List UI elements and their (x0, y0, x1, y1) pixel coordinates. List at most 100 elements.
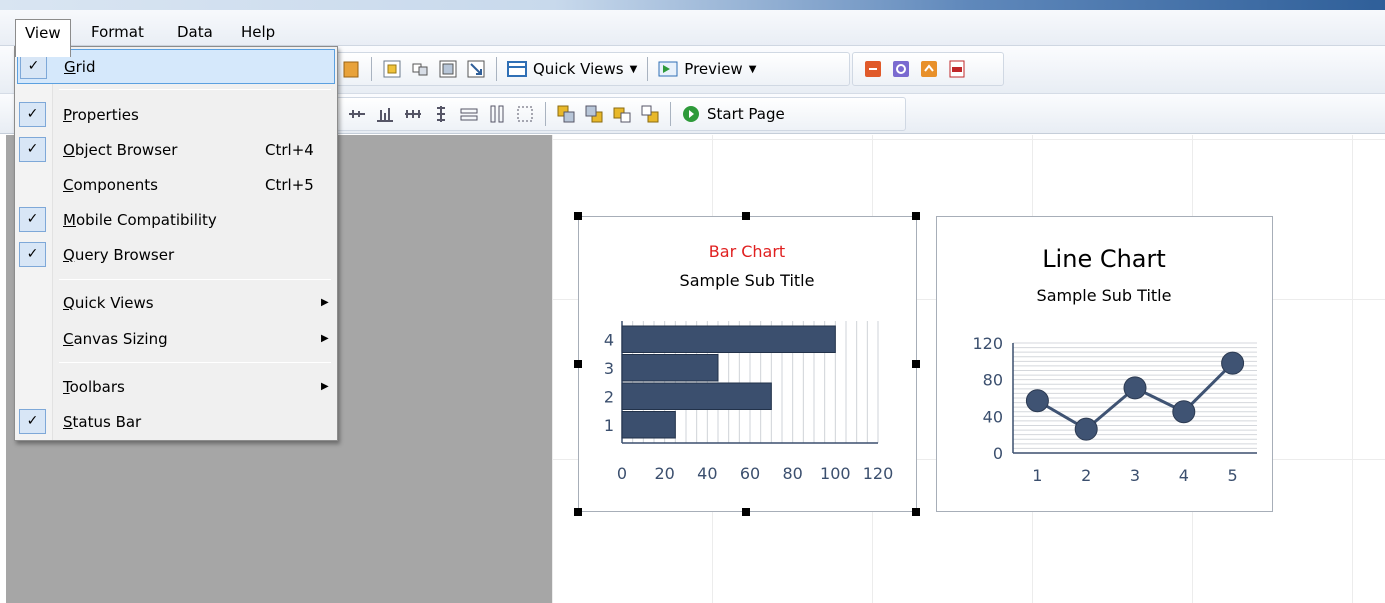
resize-handle-n[interactable] (742, 212, 750, 220)
same-height-icon[interactable] (487, 104, 507, 124)
chevron-down-icon: ▼ (629, 63, 638, 75)
line-chart-component[interactable]: Line Chart Sample Sub Title 0 40 80 120 1 2 3 4… (936, 216, 1273, 512)
menu-view[interactable]: View (15, 19, 71, 57)
toolbar-separator (496, 57, 497, 81)
check-icon: ✓ (19, 409, 46, 434)
bar-4 (621, 325, 836, 353)
x-tick-label: 4 (1179, 466, 1189, 485)
export-refresh-icon[interactable] (891, 59, 911, 79)
toolbar-separator (371, 57, 372, 81)
menu-help[interactable]: Help (232, 19, 284, 47)
shortcut-label: Ctrl+4 (265, 141, 314, 159)
x-tick-label: 60 (740, 464, 760, 483)
bar-1 (621, 411, 676, 439)
preview-button[interactable]: Preview ▼ (654, 60, 760, 78)
data-point-2 (1074, 417, 1098, 441)
save-icon[interactable] (341, 59, 361, 79)
x-tick-label: 80 (782, 464, 802, 483)
shortcut-label: Ctrl+5 (265, 176, 314, 194)
menu-format[interactable]: Format (82, 19, 153, 47)
distribute-horizontal-icon[interactable] (403, 104, 423, 124)
export-pdf-icon[interactable] (947, 59, 967, 79)
menu-item-status-bar[interactable]: ✓ Status Bar (17, 405, 335, 440)
line-chart-title: Line Chart (1042, 245, 1166, 273)
fit-to-canvas-icon[interactable] (438, 59, 458, 79)
bring-to-front-icon[interactable] (556, 104, 576, 124)
resize-handle-s[interactable] (742, 508, 750, 516)
x-tick-label: 1 (1032, 466, 1042, 485)
x-tick-label: 120 (863, 464, 894, 483)
y-tick-label: 80 (983, 371, 1003, 390)
menu-separator (59, 279, 331, 280)
resize-handle-nw[interactable] (574, 212, 582, 220)
data-point-5 (1221, 351, 1245, 375)
check-icon: ✓ (19, 207, 46, 232)
quick-views-button[interactable]: Quick Views ▼ (503, 60, 641, 78)
start-page-button[interactable]: Start Page (677, 104, 789, 124)
bring-forward-icon[interactable] (410, 59, 430, 79)
resize-handle-sw[interactable] (574, 508, 582, 516)
resize-handle-w[interactable] (574, 360, 582, 368)
x-tick-label: 3 (1130, 466, 1140, 485)
left-panel-edge (0, 135, 6, 603)
data-point-1 (1025, 389, 1049, 413)
toolbar-separator (670, 102, 671, 126)
menubar: View Format Data Help (0, 10, 1385, 57)
bar-chart-title: Bar Chart (709, 242, 785, 261)
check-icon: ✓ (20, 54, 47, 79)
export-swf-icon[interactable] (863, 59, 883, 79)
x-tick-label: 2 (1081, 466, 1091, 485)
submenu-arrow-icon: ▶ (321, 297, 329, 308)
bar-3 (621, 354, 719, 382)
x-tick-label: 20 (654, 464, 674, 483)
start-page-icon (683, 106, 699, 122)
check-icon: ✓ (19, 137, 46, 162)
align-middle-icon[interactable] (347, 104, 367, 124)
menu-item-components[interactable]: Components Ctrl+5 (17, 168, 335, 203)
toolbar-separator (647, 57, 649, 81)
bar-chart-component[interactable]: Bar Chart Sample Sub Title 1 2 3 4 0 20 40 60 80… (578, 216, 917, 512)
chevron-down-icon: ▼ (748, 63, 757, 75)
toolbar-group-export (852, 52, 1004, 86)
send-backward-icon[interactable] (640, 104, 660, 124)
quick-views-icon (507, 61, 527, 77)
y-tick-label: 40 (983, 407, 1003, 426)
align-bottom-icon[interactable] (375, 104, 395, 124)
y-tick-label: 1 (604, 416, 614, 435)
menu-item-toolbars[interactable]: Toolbars ▶ (17, 370, 335, 405)
resize-handle-ne[interactable] (912, 212, 920, 220)
y-tick-label: 3 (604, 359, 614, 378)
menu-item-canvas-sizing[interactable]: Canvas Sizing ▶ (17, 322, 335, 357)
resize-handle-e[interactable] (912, 360, 920, 368)
export-publish-icon[interactable] (919, 59, 939, 79)
same-size-icon[interactable] (515, 104, 535, 124)
menu-separator (59, 89, 331, 90)
toolbar-separator (545, 102, 546, 126)
line-chart: Line Chart Sample Sub Title 0 40 80 120 1 2 3 4… (972, 245, 1257, 485)
send-to-back-icon[interactable] (584, 104, 604, 124)
check-icon: ✓ (19, 242, 46, 267)
zoom-fit-icon[interactable] (466, 59, 486, 79)
menu-data[interactable]: Data (168, 19, 222, 47)
y-tick-label: 0 (993, 444, 1003, 463)
bar-2 (621, 382, 772, 410)
menu-item-object-browser[interactable]: ✓ Object Browser Ctrl+4 (17, 133, 335, 168)
toolbar-group-align: Start Page (336, 97, 906, 131)
y-tick-label: 4 (604, 330, 614, 349)
view-menu-dropdown: ✓ Grid ✓ Properties ✓ Object Browser Ctr… (14, 46, 338, 441)
menu-item-quick-views[interactable]: Quick Views ▶ (17, 286, 335, 321)
menu-item-mobile-compatibility[interactable]: ✓ Mobile Compatibility (17, 203, 335, 238)
menu-item-properties[interactable]: ✓ Properties (17, 98, 335, 133)
same-width-icon[interactable] (459, 104, 479, 124)
preview-icon (658, 61, 678, 77)
y-tick-label: 120 (972, 334, 1003, 353)
data-point-3 (1123, 376, 1147, 400)
x-tick-label: 5 (1228, 466, 1238, 485)
resize-handle-se[interactable] (912, 508, 920, 516)
bring-forward-icon[interactable] (612, 104, 632, 124)
add-component-icon[interactable] (382, 59, 402, 79)
bar-chart: Bar Chart Sample Sub Title 12340 20 40 60 80… (604, 242, 894, 483)
distribute-vertical-icon[interactable] (431, 104, 451, 124)
y-tick-label: 2 (604, 387, 614, 406)
menu-item-query-browser[interactable]: ✓ Query Browser (17, 238, 335, 273)
